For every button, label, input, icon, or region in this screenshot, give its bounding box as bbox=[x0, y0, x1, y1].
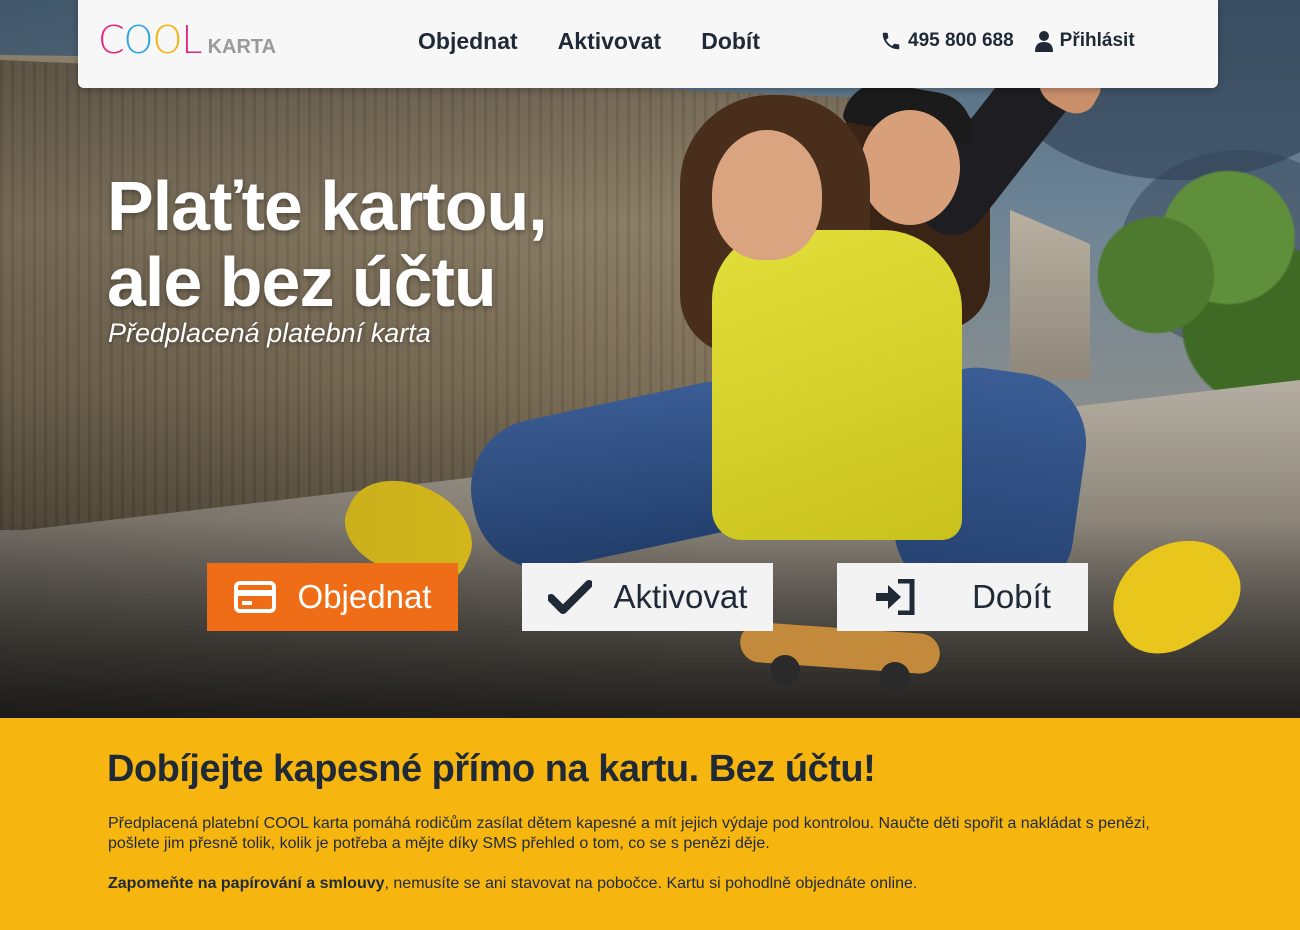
nav-topup[interactable]: Dobít bbox=[701, 28, 760, 55]
topup-button[interactable]: Dobít bbox=[837, 563, 1088, 631]
promo-section: Dobíjejte kapesné přímo na kartu. Bez úč… bbox=[0, 718, 1300, 930]
logo-letter: L bbox=[181, 18, 202, 62]
activate-button-label: Aktivovat bbox=[613, 578, 748, 615]
checkmark-icon bbox=[547, 580, 592, 614]
nav-activate[interactable]: Aktivovat bbox=[558, 28, 662, 55]
logo-karta: KARTA bbox=[207, 36, 277, 58]
topup-button-label: Dobít bbox=[972, 578, 1051, 615]
sign-in-icon bbox=[874, 579, 916, 615]
promo-paragraph-2-bold: Zapomeňte na papírování a smlouvy bbox=[108, 875, 385, 892]
coolkarta-logo[interactable]: COOL KARTA bbox=[98, 20, 276, 60]
hero-section: Plaťte kartou, ale bez účtu Předplacená … bbox=[0, 0, 1300, 718]
hero-subtitle: Předplacená platební karta bbox=[108, 318, 431, 348]
order-button[interactable]: Objednat bbox=[207, 563, 458, 631]
phone-icon bbox=[882, 32, 900, 50]
contact-bar: 495 800 688 Přihlásit bbox=[880, 30, 1135, 52]
promo-paragraph-2-rest: , nemusíte se ani stavovat na pobočce. K… bbox=[384, 875, 918, 892]
credit-card-icon bbox=[233, 581, 276, 613]
hero-title-line2: ale bez účtu bbox=[107, 243, 497, 321]
logo-letter: O bbox=[152, 18, 182, 62]
promo-paragraph-2: Zapomeňte na papírování a smlouvy, nemus… bbox=[108, 874, 1168, 894]
top-navbar: COOL KARTA Objednat Aktivovat Dobít 495 … bbox=[78, 0, 1218, 88]
logo-letter: O bbox=[123, 18, 154, 62]
activate-button[interactable]: Aktivovat bbox=[522, 563, 773, 631]
hero-title: Plaťte kartou, ale bez účtu bbox=[107, 168, 707, 320]
main-nav: Objednat Aktivovat Dobít bbox=[418, 28, 760, 55]
promo-heading: Dobíjejte kapesné přímo na kartu. Bez úč… bbox=[107, 748, 876, 790]
hero-title-line1: Plaťte kartou, bbox=[107, 167, 548, 245]
phone-number: 495 800 688 bbox=[908, 30, 1014, 51]
nav-order[interactable]: Objednat bbox=[418, 28, 518, 55]
login-link[interactable]: Přihlásit bbox=[1034, 30, 1135, 52]
user-icon bbox=[1034, 31, 1053, 52]
logo-letter: C bbox=[98, 18, 125, 62]
order-button-label: Objednat bbox=[297, 578, 432, 615]
phone-link[interactable]: 495 800 688 bbox=[880, 30, 1014, 52]
login-label: Přihlásit bbox=[1059, 30, 1135, 51]
logo-cool: COOL bbox=[98, 18, 203, 62]
promo-paragraph-1: Předplacená platební COOL karta pomáhá r… bbox=[108, 815, 1150, 852]
